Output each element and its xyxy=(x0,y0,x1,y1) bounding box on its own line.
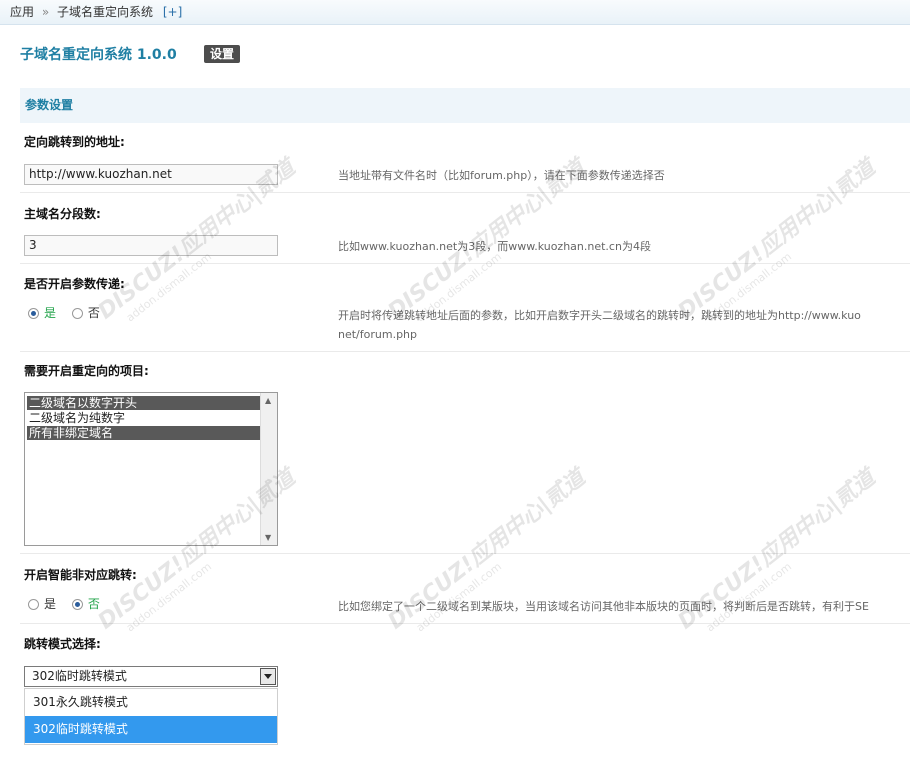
divider xyxy=(20,192,910,193)
breadcrumb-root[interactable]: 应用 xyxy=(10,5,34,19)
breadcrumb-separator: » xyxy=(41,5,50,19)
pass-params-yes-radio[interactable] xyxy=(28,308,39,319)
redirect-items-listbox[interactable]: 二级域名以数字开头 二级域名为纯数字 所有非绑定域名 ▲ ▼ xyxy=(24,392,278,546)
smart-redirect-label: 开启智能非对应跳转: xyxy=(24,568,137,582)
pass-params-radio-group: 是 否 xyxy=(28,304,112,321)
domain-segments-hint: 比如www.kuozhan.net为3段，而www.kuozhan.net.cn… xyxy=(338,240,651,253)
breadcrumb-current[interactable]: 子域名重定向系统 xyxy=(57,5,153,19)
smart-redirect-no-radio[interactable] xyxy=(71,599,83,610)
dropdown-option[interactable]: 301永久跳转模式 xyxy=(25,689,277,716)
breadcrumb: 应用 » 子域名重定向系统 [+] xyxy=(0,0,910,25)
listbox-option[interactable]: 二级域名以数字开头 xyxy=(27,396,260,410)
scroll-down-icon[interactable]: ▼ xyxy=(265,533,271,542)
redirect-items-label: 需要开启重定向的项目: xyxy=(24,364,149,378)
redirect-mode-selected: 302临时跳转模式 xyxy=(32,669,127,683)
pass-params-no-radio[interactable] xyxy=(71,308,83,319)
divider xyxy=(20,351,910,352)
redirect-mode-select[interactable]: 302临时跳转模式 xyxy=(24,666,278,687)
chevron-down-icon[interactable] xyxy=(260,668,276,685)
divider xyxy=(20,263,910,264)
smart-redirect-radio-group: 是 否 xyxy=(28,595,112,612)
scroll-up-icon[interactable]: ▲ xyxy=(265,396,271,405)
pass-params-label: 是否开启参数传递: xyxy=(24,277,125,291)
redirect-url-label: 定向跳转到的地址: xyxy=(24,135,125,149)
smart-redirect-yes-label[interactable]: 是 xyxy=(44,597,56,611)
dropdown-option[interactable]: 302临时跳转模式 xyxy=(25,716,277,743)
pass-params-yes-label[interactable]: 是 xyxy=(44,306,56,320)
smart-redirect-yes-radio[interactable] xyxy=(28,599,39,610)
listbox-option[interactable]: 所有非绑定域名 xyxy=(27,426,260,440)
section-header: 参数设置 xyxy=(20,88,910,123)
listbox-option[interactable]: 二级域名为纯数字 xyxy=(27,411,260,425)
add-shortcut-button[interactable]: [+] xyxy=(163,5,182,19)
domain-segments-input[interactable]: 3 xyxy=(24,235,278,256)
pass-params-hint-line1: 开启时将传递跳转地址后面的参数，比如开启数字开头二级域名的跳转时，跳转到的地址为… xyxy=(338,309,861,322)
pass-params-no-label[interactable]: 否 xyxy=(88,306,100,320)
redirect-mode-label: 跳转模式选择: xyxy=(24,637,101,651)
smart-redirect-hint: 比如您绑定了一个二级域名到某版块，当用该域名访问其他非本版块的页面时，将判断后是… xyxy=(338,600,869,613)
domain-segments-label: 主域名分段数: xyxy=(24,207,101,221)
divider xyxy=(20,623,910,624)
settings-button[interactable]: 设置 xyxy=(204,45,241,63)
page-title: 子域名重定向系统 1.0.0 xyxy=(20,47,177,63)
redirect-mode-dropdown: 301永久跳转模式 302临时跳转模式 xyxy=(24,688,278,745)
pass-params-hint-line2: net/forum.php xyxy=(338,328,418,341)
redirect-url-hint: 当地址带有文件名时（比如forum.php），请在下面参数传递选择否 xyxy=(338,169,665,182)
divider xyxy=(20,553,910,554)
smart-redirect-no-label[interactable]: 否 xyxy=(88,597,100,611)
redirect-url-input[interactable]: http://www.kuozhan.net xyxy=(24,164,278,185)
listbox-scrollbar[interactable]: ▲ ▼ xyxy=(260,393,277,545)
